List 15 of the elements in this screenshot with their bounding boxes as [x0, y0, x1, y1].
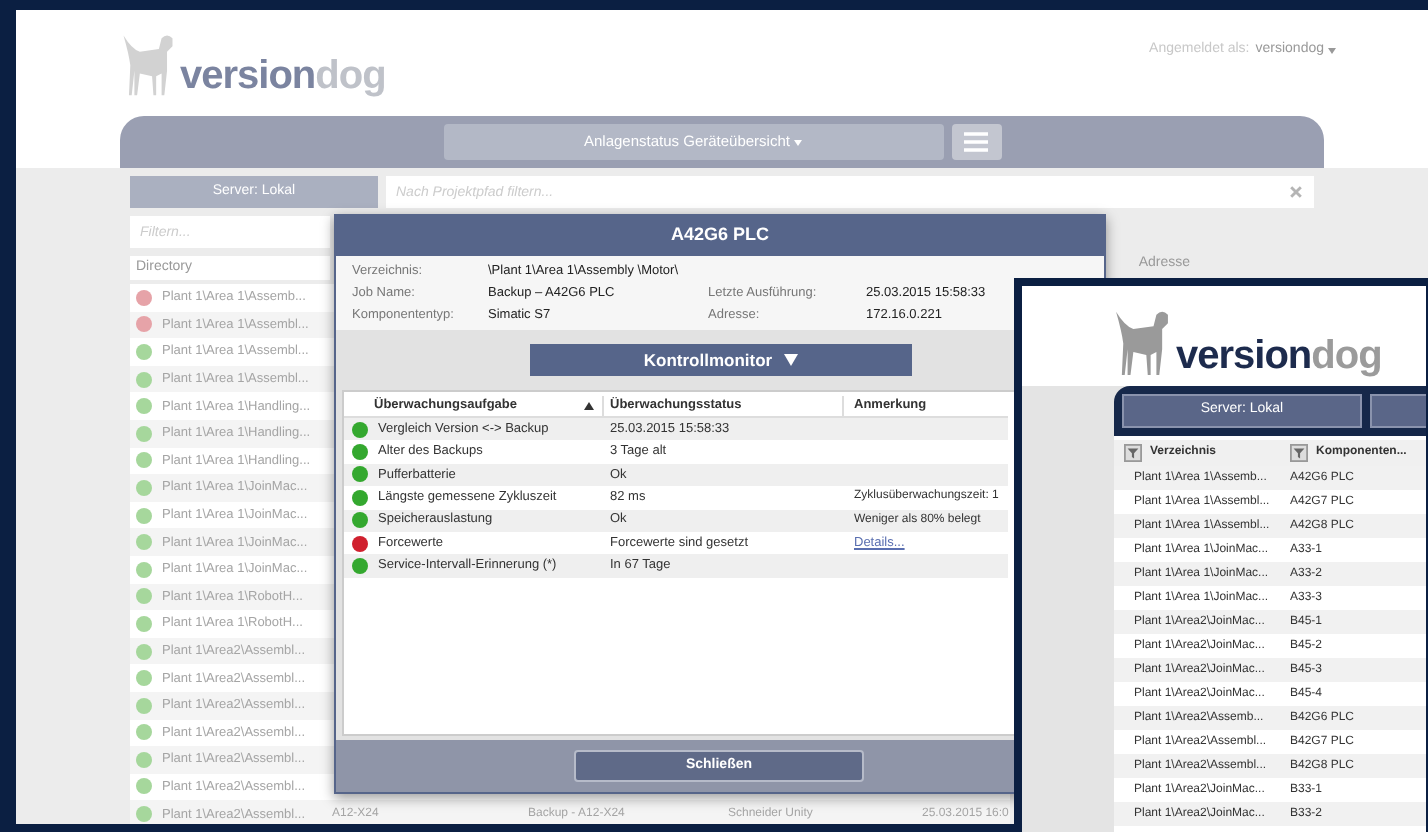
- filter-icon[interactable]: [1290, 444, 1308, 462]
- modal-title: A42G6 PLC: [336, 216, 1104, 256]
- logo-text: versiondog: [1176, 336, 1382, 376]
- clear-icon[interactable]: [1288, 184, 1304, 200]
- caret-icon: [793, 139, 802, 145]
- dog-icon: [1112, 306, 1172, 378]
- dog-icon: [120, 30, 176, 98]
- monitor-dropdown[interactable]: Kontrollmonitor: [530, 344, 912, 376]
- menu-icon: [964, 132, 988, 152]
- nav-button[interactable]: [1370, 394, 1426, 428]
- caret-icon: [1328, 47, 1336, 53]
- menu-button[interactable]: [951, 124, 1001, 160]
- filter-icon[interactable]: [1124, 444, 1142, 462]
- sort-up-icon: [584, 402, 594, 410]
- logo-text: versiondog: [180, 56, 386, 96]
